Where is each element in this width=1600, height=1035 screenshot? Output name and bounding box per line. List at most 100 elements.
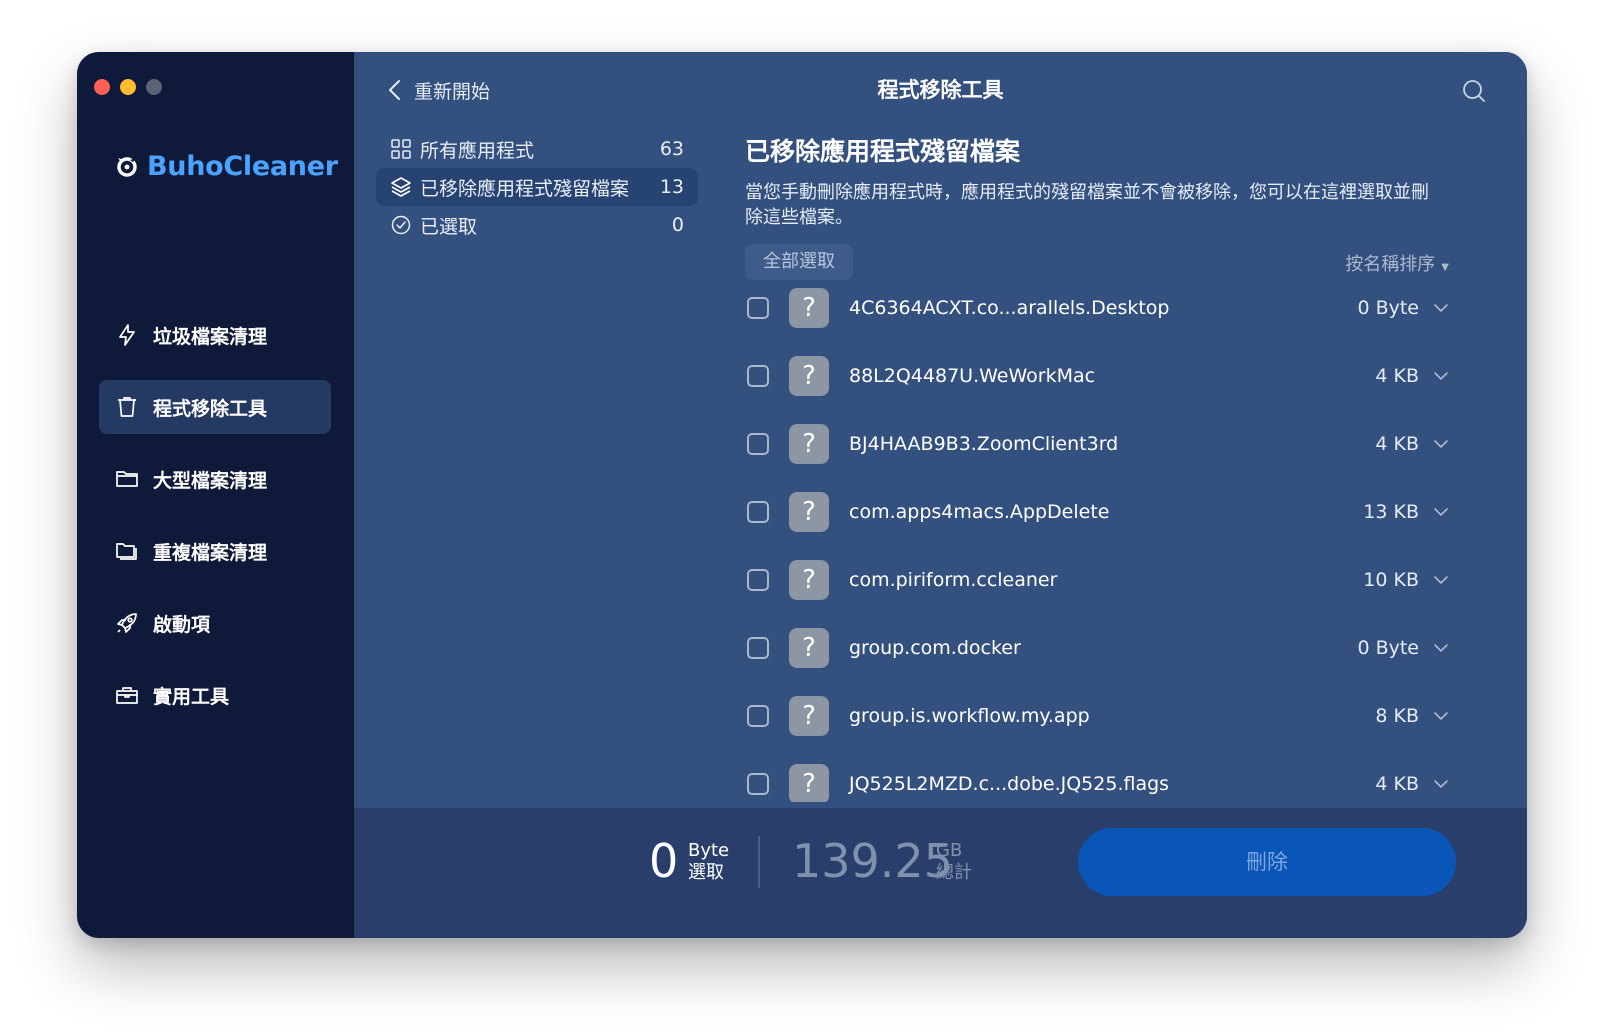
unknown-app-icon: ? bbox=[789, 696, 829, 736]
main-panel: 重新開始 程式移除工具 所有應用程式 63 已移除應用程式殘留檔案 13 已選取… bbox=[354, 52, 1527, 938]
sidebar-item-label: 實用工具 bbox=[153, 685, 230, 708]
filter-label: 所有應用程式 bbox=[420, 139, 535, 162]
file-name: BJ4HAAB9B3.ZoomClient3rd bbox=[849, 433, 1119, 455]
app-window: BuhoCleaner 垃圾檔案清理 程式移除工具 大型檔案清理 重複檔案清理 … bbox=[77, 52, 1527, 938]
row-checkbox[interactable] bbox=[747, 637, 769, 659]
chevron-down-icon[interactable] bbox=[1433, 370, 1449, 382]
sidebar-item-label: 大型檔案清理 bbox=[153, 469, 268, 492]
chevron-down-icon[interactable] bbox=[1433, 438, 1449, 450]
trash-icon bbox=[118, 397, 136, 417]
file-size: 13 KB bbox=[1363, 501, 1419, 523]
list-item[interactable]: ? group.is.workflow.my.app 8 KB bbox=[745, 682, 1455, 750]
unknown-app-icon: ? bbox=[789, 764, 829, 802]
list-item[interactable]: ? JQ525L2MZD.c...dobe.JQ525.flags 4 KB bbox=[745, 750, 1455, 802]
close-window-button[interactable] bbox=[94, 79, 110, 95]
search-icon[interactable] bbox=[1461, 78, 1487, 104]
sidebar-item-large-files[interactable]: 大型檔案清理 bbox=[99, 452, 331, 506]
row-checkbox[interactable] bbox=[747, 569, 769, 591]
list-item[interactable]: ? group.com.docker 0 Byte bbox=[745, 614, 1455, 682]
file-name: 88L2Q4487U.WeWorkMac bbox=[849, 365, 1096, 387]
unknown-app-icon: ? bbox=[789, 424, 829, 464]
total-size-unit: GB 總計 bbox=[936, 840, 972, 884]
chevron-down-icon[interactable] bbox=[1433, 642, 1449, 654]
selected-unit: Byte bbox=[688, 840, 730, 861]
unknown-app-icon: ? bbox=[789, 288, 829, 328]
row-checkbox[interactable] bbox=[747, 705, 769, 727]
chevron-down-icon[interactable] bbox=[1433, 574, 1449, 586]
delete-button[interactable]: 刪除 bbox=[1078, 828, 1456, 896]
zoom-window-button[interactable] bbox=[146, 79, 162, 95]
list-item[interactable]: ? 88L2Q4487U.WeWorkMac 4 KB bbox=[745, 342, 1455, 410]
file-list[interactable]: ? 4C6364ACXT.co...arallels.Desktop 0 Byt… bbox=[745, 274, 1455, 802]
sidebar-item-label: 程式移除工具 bbox=[153, 397, 268, 420]
row-checkbox[interactable] bbox=[747, 365, 769, 387]
file-size: 4 KB bbox=[1375, 433, 1419, 455]
unknown-app-icon: ? bbox=[789, 628, 829, 668]
chevron-down-icon[interactable] bbox=[1433, 710, 1449, 722]
total-size-value: 139.25 bbox=[792, 834, 953, 888]
page-title: 程式移除工具 bbox=[877, 78, 1004, 102]
sidebar-item-label: 啟動項 bbox=[153, 613, 211, 636]
sidebar-item-startup-items[interactable]: 啟動項 bbox=[99, 596, 331, 650]
filter-count: 13 bbox=[659, 176, 684, 198]
check-circle-icon bbox=[391, 215, 411, 235]
content-area: 已移除應用程式殘留檔案 當您手動刪除應用程式時，應用程式的殘留檔案並不會被移除，… bbox=[745, 128, 1455, 280]
sidebar-item-uninstaller[interactable]: 程式移除工具 bbox=[99, 380, 331, 434]
brand: BuhoCleaner bbox=[115, 148, 338, 184]
filter-count: 0 bbox=[671, 214, 684, 236]
unknown-app-icon: ? bbox=[789, 492, 829, 532]
section-description: 當您手動刪除應用程式時，應用程式的殘留檔案並不會被移除，您可以在這裡選取並刪除這… bbox=[745, 182, 1429, 228]
selected-size-value: 0 bbox=[649, 834, 679, 888]
selected-label: 選取 bbox=[688, 862, 724, 883]
file-name: 4C6364ACXT.co...arallels.Desktop bbox=[849, 297, 1170, 319]
filter-label: 已移除應用程式殘留檔案 bbox=[420, 177, 630, 200]
filter-label: 已選取 bbox=[420, 215, 478, 238]
row-checkbox[interactable] bbox=[747, 297, 769, 319]
window-controls bbox=[94, 79, 162, 95]
sidebar-item-toolkit[interactable]: 實用工具 bbox=[99, 668, 331, 722]
sidebar-item-label: 垃圾檔案清理 bbox=[153, 325, 268, 348]
chevron-down-icon[interactable] bbox=[1433, 506, 1449, 518]
sidebar-item-junk-cleanup[interactable]: 垃圾檔案清理 bbox=[99, 308, 331, 362]
sidebar-nav: 垃圾檔案清理 程式移除工具 大型檔案清理 重複檔案清理 啟動項 實用工具 bbox=[99, 308, 331, 740]
file-name: com.apps4macs.AppDelete bbox=[849, 501, 1110, 523]
filter-count: 63 bbox=[659, 138, 684, 160]
total-unit: GB bbox=[936, 840, 963, 861]
file-size: 0 Byte bbox=[1357, 297, 1419, 319]
row-checkbox[interactable] bbox=[747, 501, 769, 523]
filter-all-apps[interactable]: 所有應用程式 63 bbox=[376, 130, 698, 168]
total-label: 總計 bbox=[936, 862, 972, 883]
chevron-down-icon[interactable] bbox=[1433, 302, 1449, 314]
brand-name: BuhoCleaner bbox=[147, 150, 338, 182]
sort-dropdown[interactable]: 按名稱排序 ▼ bbox=[1345, 250, 1449, 276]
file-size: 0 Byte bbox=[1357, 637, 1419, 659]
filter-selected[interactable]: 已選取 0 bbox=[376, 206, 698, 244]
list-item[interactable]: ? com.apps4macs.AppDelete 13 KB bbox=[745, 478, 1455, 546]
selected-size-unit: Byte 選取 bbox=[688, 840, 729, 884]
list-item[interactable]: ? com.piriform.ccleaner 10 KB bbox=[745, 546, 1455, 614]
buho-logo-icon bbox=[117, 157, 137, 177]
file-name: group.is.workflow.my.app bbox=[849, 705, 1090, 727]
filter-leftovers[interactable]: 已移除應用程式殘留檔案 13 bbox=[376, 168, 698, 206]
list-item[interactable]: ? BJ4HAAB9B3.ZoomClient3rd 4 KB bbox=[745, 410, 1455, 478]
sidebar: BuhoCleaner 垃圾檔案清理 程式移除工具 大型檔案清理 重複檔案清理 … bbox=[77, 52, 354, 938]
filter-list: 所有應用程式 63 已移除應用程式殘留檔案 13 已選取 0 bbox=[376, 130, 698, 244]
file-size: 8 KB bbox=[1375, 705, 1419, 727]
folder-icon bbox=[116, 471, 138, 487]
row-checkbox[interactable] bbox=[747, 773, 769, 795]
row-checkbox[interactable] bbox=[747, 433, 769, 455]
unknown-app-icon: ? bbox=[789, 560, 829, 600]
rocket-icon bbox=[117, 613, 137, 633]
list-item[interactable]: ? 4C6364ACXT.co...arallels.Desktop 0 Byt… bbox=[745, 274, 1455, 342]
sidebar-item-label: 重複檔案清理 bbox=[153, 541, 268, 564]
layers-icon bbox=[391, 177, 411, 197]
bolt-icon bbox=[119, 324, 135, 346]
section-title: 已移除應用程式殘留檔案 bbox=[745, 137, 1021, 166]
file-size: 10 KB bbox=[1363, 569, 1419, 591]
minimize-window-button[interactable] bbox=[120, 79, 136, 95]
unknown-app-icon: ? bbox=[789, 356, 829, 396]
sort-label: 按名稱排序 bbox=[1345, 254, 1436, 275]
footer-bar: 0 Byte 選取 139.25 GB 總計 刪除 bbox=[354, 808, 1527, 938]
chevron-down-icon[interactable] bbox=[1433, 778, 1449, 790]
sidebar-item-duplicate-files[interactable]: 重複檔案清理 bbox=[99, 524, 331, 578]
